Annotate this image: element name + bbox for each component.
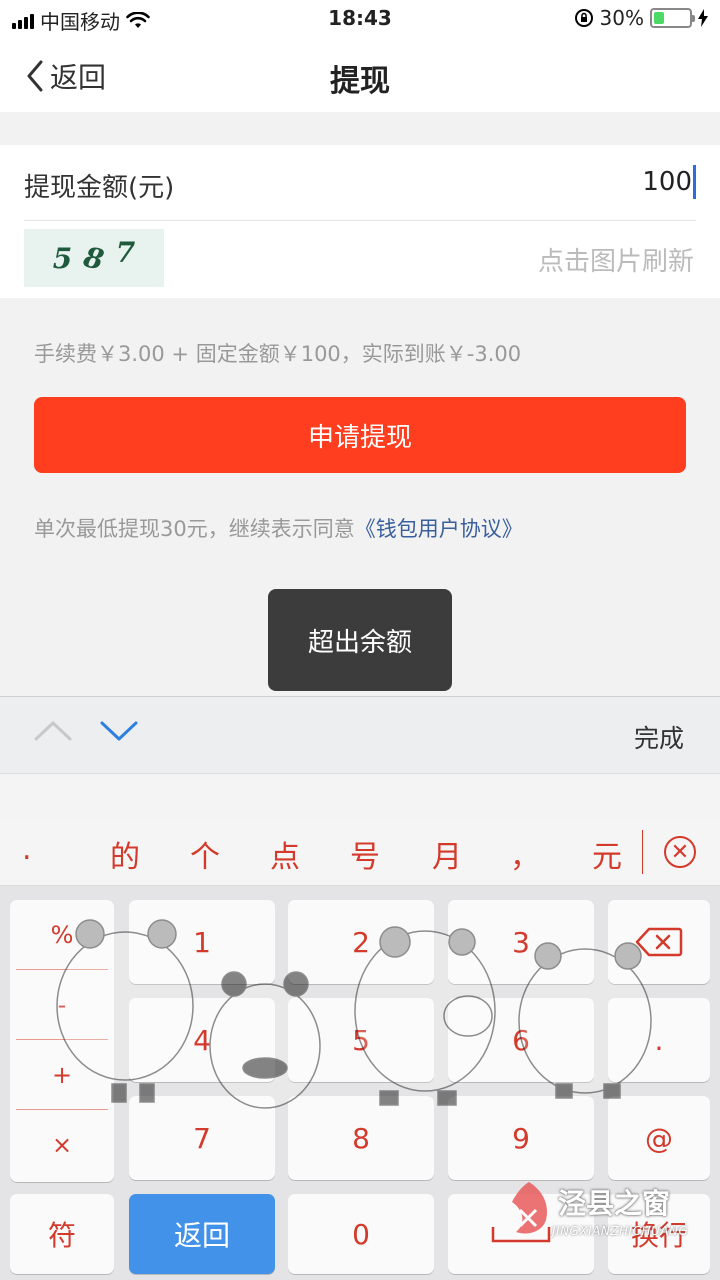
candidate-divider <box>642 830 643 874</box>
key-9[interactable]: 9 <box>448 1096 594 1180</box>
amount-row: 提现金额(元) 100 <box>24 145 696 221</box>
battery-percent: 30% <box>599 6 644 30</box>
close-candidates-icon[interactable]: ✕ <box>664 836 696 868</box>
orientation-lock-icon <box>574 9 593 27</box>
captcha-char: 7 <box>115 235 136 269</box>
amount-label: 提现金额(元) <box>24 173 175 203</box>
candidate-bar: . 的 个 点 号 月 ， 元 ✕ <box>0 818 720 886</box>
apply-withdraw-button[interactable]: 申请提现 <box>34 397 686 473</box>
key-8[interactable]: 8 <box>288 1096 434 1180</box>
watermark-logo-icon <box>512 1182 548 1234</box>
charging-icon <box>698 9 708 27</box>
page-title: 提现 <box>330 64 390 99</box>
key-1[interactable]: 1 <box>129 900 275 984</box>
key-5[interactable]: 5 <box>288 998 434 1082</box>
candidate-item[interactable]: 号 <box>350 832 380 876</box>
toast-message: 超出余额 <box>268 589 452 691</box>
fee-text: 手续费￥3.00 + 固定金额￥100，实际到账￥-3.00 <box>34 342 522 366</box>
battery-icon <box>650 8 695 28</box>
key-3[interactable]: 3 <box>448 900 594 984</box>
key-6[interactable]: 6 <box>448 998 594 1082</box>
symbol-column: % - + × <box>10 900 114 1182</box>
candidate-item[interactable]: ， <box>510 832 540 876</box>
backspace-icon <box>635 927 683 957</box>
key-0[interactable]: 0 <box>288 1194 434 1274</box>
key-4[interactable]: 4 <box>129 998 275 1082</box>
symbol-key[interactable]: × <box>16 1110 108 1180</box>
captcha-image[interactable]: 5 8 7 <box>24 229 164 287</box>
symbol-key[interactable]: % <box>16 900 108 970</box>
candidate-item[interactable]: 月 <box>432 832 462 876</box>
done-button[interactable]: 完成 <box>634 719 684 755</box>
battery-fill <box>654 12 665 24</box>
candidate-item[interactable]: 的 <box>110 832 140 876</box>
amount-value: 100 <box>642 167 692 197</box>
nav-bar: 返回 提现 <box>0 36 720 112</box>
candidate-item[interactable]: . <box>22 832 32 867</box>
withdraw-form: 提现金额(元) 100 5 8 7 点击图片刷新 <box>0 145 720 298</box>
keyboard-spacer <box>0 774 720 818</box>
captcha-char: 5 <box>52 241 73 275</box>
dot-key[interactable]: . <box>608 998 710 1082</box>
keyboard-toolbar: 完成 <box>0 696 720 774</box>
status-bar: 中国移动 18:43 30% <box>0 0 720 36</box>
symbol-key[interactable]: + <box>16 1040 108 1110</box>
watermark-title: 泾县之窗 <box>558 1187 671 1220</box>
candidate-item[interactable]: 个 <box>190 832 220 876</box>
key-2[interactable]: 2 <box>288 900 434 984</box>
candidate-item[interactable]: 点 <box>270 832 300 876</box>
key-7[interactable]: 7 <box>129 1096 275 1180</box>
candidate-item[interactable]: 元 <box>592 832 622 876</box>
amount-input[interactable]: 100 <box>642 165 696 199</box>
refresh-hint[interactable]: 点击图片刷新 <box>538 241 694 278</box>
text-cursor <box>693 165 696 199</box>
symbol-switch-key[interactable]: 符 <box>10 1194 114 1274</box>
captcha-char: 8 <box>81 239 107 277</box>
agreement-link[interactable]: 《钱包用户协议》 <box>355 517 523 541</box>
agreement-text: 单次最低提现30元，继续表示同意《钱包用户协议》 <box>34 513 523 543</box>
backspace-key[interactable] <box>608 900 710 984</box>
return-key[interactable]: 返回 <box>129 1194 275 1274</box>
site-watermark: 泾县之窗 JINGXIANZHICHUANG <box>506 1180 706 1250</box>
agreement-prefix: 单次最低提现30元，继续表示同意 <box>34 517 355 541</box>
watermark-subtitle: JINGXIANZHICHUANG <box>552 1224 689 1238</box>
chevron-down-icon[interactable] <box>100 719 138 743</box>
symbol-key[interactable]: - <box>16 970 108 1040</box>
chevron-up-icon[interactable] <box>34 719 72 743</box>
at-key[interactable]: @ <box>608 1096 710 1180</box>
status-right: 30% <box>574 6 708 30</box>
